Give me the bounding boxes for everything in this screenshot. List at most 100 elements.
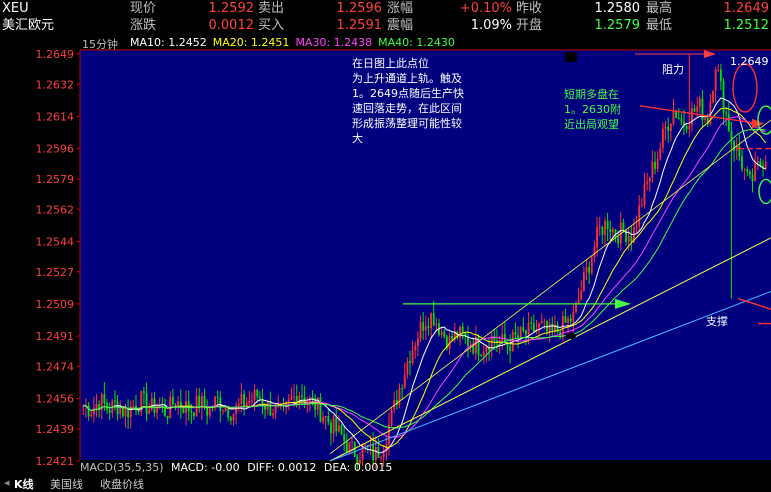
candle-body: [440, 331, 443, 335]
candle-body: [564, 316, 567, 323]
candle-body: [251, 400, 253, 402]
candle-body: [311, 397, 314, 399]
candle-body: [372, 444, 375, 461]
quote-value: 0.0012: [208, 18, 255, 33]
candle-body: [166, 415, 169, 419]
tab-kline[interactable]: K线: [14, 476, 34, 492]
candle-body: [575, 303, 577, 312]
candle-body: [332, 417, 335, 434]
candle-body: [177, 401, 180, 407]
candle-body: [719, 69, 722, 82]
candle-body: [480, 354, 483, 356]
resistance-label: 阻力: [662, 63, 684, 76]
tab-close-line[interactable]: 收盘价线: [100, 476, 144, 492]
candle-body: [677, 118, 680, 120]
candle-body: [269, 401, 272, 416]
candle-body: [119, 407, 122, 414]
candle-body: [604, 220, 606, 235]
candle-body: [319, 397, 322, 422]
candle-body: [227, 407, 230, 418]
candle-body: [422, 322, 425, 331]
candle-body: [95, 403, 98, 409]
candle-body: [403, 374, 406, 389]
note-line: 大: [352, 132, 363, 145]
y-tick-label: 1.2456: [36, 393, 75, 406]
candle-body: [743, 169, 746, 171]
support-label: 支撑: [706, 315, 728, 328]
candle-body: [567, 318, 570, 323]
candle-body: [232, 414, 235, 421]
candle-body: [698, 98, 701, 107]
candle-body: [580, 290, 583, 300]
candle-body: [693, 108, 696, 112]
candle-body: [132, 405, 135, 407]
candle-body: [364, 444, 367, 447]
candle-body: [108, 409, 111, 413]
note-line: 在日图上此点位: [352, 57, 429, 70]
candle-body: [638, 205, 641, 227]
scroll-left-icon[interactable]: ◂: [4, 476, 10, 489]
candle-body: [493, 335, 496, 341]
tab-us-line[interactable]: 美国线: [50, 476, 83, 492]
y-tick-label: 1.2439: [36, 423, 75, 436]
quote-label: 最低: [646, 18, 673, 33]
candle-body: [664, 126, 667, 129]
candle-body: [414, 345, 417, 351]
candle-body: [598, 226, 601, 228]
note-line: 近出局观望: [564, 118, 619, 131]
candle-body: [416, 338, 419, 346]
candle-body: [171, 396, 174, 405]
high-label: 1.2649: [730, 55, 769, 68]
candle-body: [517, 334, 519, 337]
marker-block: [565, 52, 577, 62]
macd-value: MACD: -0.00: [171, 461, 240, 474]
y-tick-label: 1.2632: [36, 78, 75, 91]
candle-body: [606, 220, 609, 229]
candle-body: [182, 407, 185, 414]
note-line: 速回落走势，在此区间: [352, 102, 462, 115]
candle-body: [419, 322, 422, 339]
y-axis-area: [0, 34, 80, 474]
y-tick-label: 1.2649: [36, 48, 75, 61]
ma-legend-item: MA10: 1.2452: [130, 36, 207, 49]
candle-body: [432, 313, 435, 326]
candle-body: [543, 321, 546, 323]
y-tick-label: 1.2562: [36, 203, 75, 216]
candle-body: [301, 395, 303, 397]
candle-body: [322, 417, 324, 422]
candle-body: [596, 227, 598, 247]
y-tick-label: 1.2614: [36, 110, 75, 123]
ma-legend-item: MA20: 1.2451: [212, 36, 290, 49]
candle-body: [675, 111, 678, 119]
candle-body: [669, 123, 672, 131]
quote-label: 震幅: [387, 18, 414, 33]
quote-value: 1.2580: [594, 1, 641, 16]
instrument-name: 美汇欧元: [2, 18, 55, 33]
candle-body: [409, 361, 411, 364]
candle-body: [525, 330, 527, 335]
exit-note: 短期多盘在 1。2630附 近出局观望: [564, 87, 654, 132]
candle-body: [696, 106, 699, 112]
candle-body: [738, 145, 741, 157]
marker-dot: [566, 333, 576, 340]
candle-body: [509, 346, 512, 352]
candle-body: [485, 347, 488, 353]
candle-body: [714, 70, 717, 91]
candle-body: [121, 407, 124, 417]
candle-body: [411, 350, 414, 364]
candle-body: [582, 271, 585, 291]
candle-body: [459, 326, 461, 339]
candle-body: [759, 161, 762, 166]
quote-label: 涨跌: [130, 18, 157, 33]
candle-body: [137, 410, 140, 412]
candle-body: [330, 422, 332, 434]
candle-body: [585, 266, 588, 272]
ma-legend: MA10: 1.2452 MA20: 1.2451 MA30: 1.2438 MA40…: [130, 36, 461, 50]
quote-value: 1.2591: [336, 18, 383, 33]
candle-body: [229, 417, 232, 421]
candle-body: [224, 407, 227, 411]
candle-body: [150, 398, 153, 410]
candle-body: [551, 323, 554, 331]
candle-body: [748, 172, 751, 175]
candle-body: [406, 361, 409, 375]
